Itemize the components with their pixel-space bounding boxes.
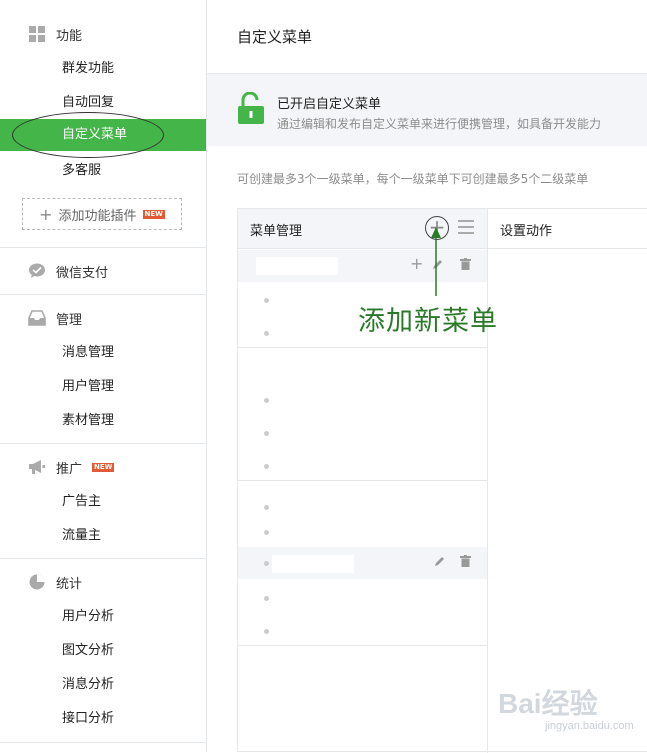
list-icon[interactable]	[458, 220, 474, 234]
plus-icon: +	[39, 204, 53, 224]
megaphone-icon	[28, 459, 46, 475]
section-stats: 统计	[28, 572, 82, 592]
sidebar-item-auto-reply[interactable]: 自动回复	[0, 87, 206, 119]
main-content: 自定义菜单 已开启自定义菜单 通过编辑和发布自定义菜单来进行便携管理，如具备开发…	[207, 0, 647, 753]
trash-icon[interactable]	[460, 555, 471, 571]
sub-menu-dot	[264, 596, 269, 601]
row-separator	[238, 347, 487, 348]
sidebar-item-publisher[interactable]: 流量主	[0, 520, 206, 552]
sub-menu-dot	[264, 464, 269, 469]
menu-limit-hint: 可创建最多3个一级菜单，每个一级菜单下可创建最多5个二级菜单	[237, 172, 589, 186]
unlock-icon	[237, 91, 265, 128]
add-plugin-button[interactable]: + 添加功能插件 NEW	[22, 198, 182, 230]
add-plugin-label: 添加功能插件	[58, 208, 137, 224]
sub-menu-dot	[264, 629, 269, 634]
trash-icon[interactable]	[460, 258, 471, 274]
row-separator	[238, 645, 487, 646]
section-promote: 推广 NEW	[28, 457, 115, 477]
sub-menu-dot	[264, 331, 269, 336]
divider	[0, 443, 206, 444]
sidebar-item-advertiser[interactable]: 广告主	[0, 486, 206, 518]
annotation-label: 添加新菜单	[358, 306, 498, 337]
banner-title: 已开启自定义菜单	[277, 97, 382, 112]
sub-menu-dot	[264, 398, 269, 403]
banner-description: 通过编辑和发布自定义菜单来进行便携管理，如具备开发能力	[277, 117, 602, 131]
sidebar-item-user-manage[interactable]: 用户管理	[0, 371, 206, 403]
annotation-arrow	[431, 227, 441, 296]
section-title: 统计	[56, 576, 83, 592]
section-function: 功能	[28, 24, 82, 44]
menu-header: 菜单管理 +	[238, 209, 488, 249]
sidebar-item-mass-send[interactable]: 群发功能	[0, 53, 206, 85]
divider	[0, 294, 206, 295]
status-banner: 已开启自定义菜单 通过编辑和发布自定义菜单来进行便携管理，如具备开发能力	[207, 73, 647, 146]
new-badge: NEW	[142, 209, 165, 219]
sidebar-item-article-analysis[interactable]: 图文分析	[0, 635, 206, 667]
sidebar-item-user-analysis[interactable]: 用户分析	[0, 601, 206, 633]
plus-icon[interactable]: +	[410, 254, 423, 273]
sidebar-item-material-manage[interactable]: 素材管理	[0, 405, 206, 437]
sidebar-item-customer-service[interactable]: 多客服	[0, 155, 206, 187]
sub-menu-dot	[264, 530, 269, 535]
sidebar-item-message-manage[interactable]: 消息管理	[0, 337, 206, 369]
sub-menu-dot	[264, 505, 269, 510]
new-badge: NEW	[92, 462, 115, 472]
section-manage: 管理	[28, 308, 82, 328]
page-title: 自定义菜单	[237, 28, 313, 46]
watermark-logo: Bai经验	[498, 688, 598, 719]
watermark-url: jingyan.baidu.com	[545, 720, 634, 732]
sub-menu-dot	[264, 561, 269, 566]
sidebar-item-api-analysis[interactable]: 接口分析	[0, 703, 206, 735]
pie-chart-icon	[28, 574, 46, 590]
menu-name-blank	[256, 257, 338, 275]
row-separator	[238, 480, 487, 481]
menu-name-blank	[272, 555, 354, 573]
menu-header-label: 菜单管理	[250, 224, 303, 239]
menu-row[interactable]	[238, 547, 487, 579]
divider	[0, 742, 206, 743]
sub-menu-dot	[264, 431, 269, 436]
divider	[0, 247, 206, 248]
sidebar-item-custom-menu[interactable]: 自定义菜单	[0, 119, 206, 151]
section-title: 推广	[56, 461, 83, 477]
grid-icon	[28, 26, 46, 42]
section-wechat-pay[interactable]: 微信支付	[28, 261, 108, 281]
menu-panel: 菜单管理 + 设置动作 +	[237, 208, 647, 753]
action-header-label: 设置动作	[500, 224, 553, 239]
pencil-icon[interactable]	[434, 555, 446, 571]
action-header: 设置动作	[488, 209, 647, 249]
sub-menu-dot	[264, 298, 269, 303]
menu-row[interactable]: +	[238, 250, 487, 282]
sidebar-item-message-analysis[interactable]: 消息分析	[0, 669, 206, 701]
inbox-icon	[28, 310, 46, 326]
divider	[0, 558, 206, 559]
section-title: 管理	[56, 312, 83, 328]
sidebar: 功能 群发功能 自动回复 自定义菜单 多客服 + 添加功能插件 NEW 微信支付…	[0, 0, 207, 752]
section-title: 微信支付	[56, 265, 109, 281]
chat-bubble-icon	[28, 263, 46, 279]
section-title: 功能	[56, 28, 83, 44]
